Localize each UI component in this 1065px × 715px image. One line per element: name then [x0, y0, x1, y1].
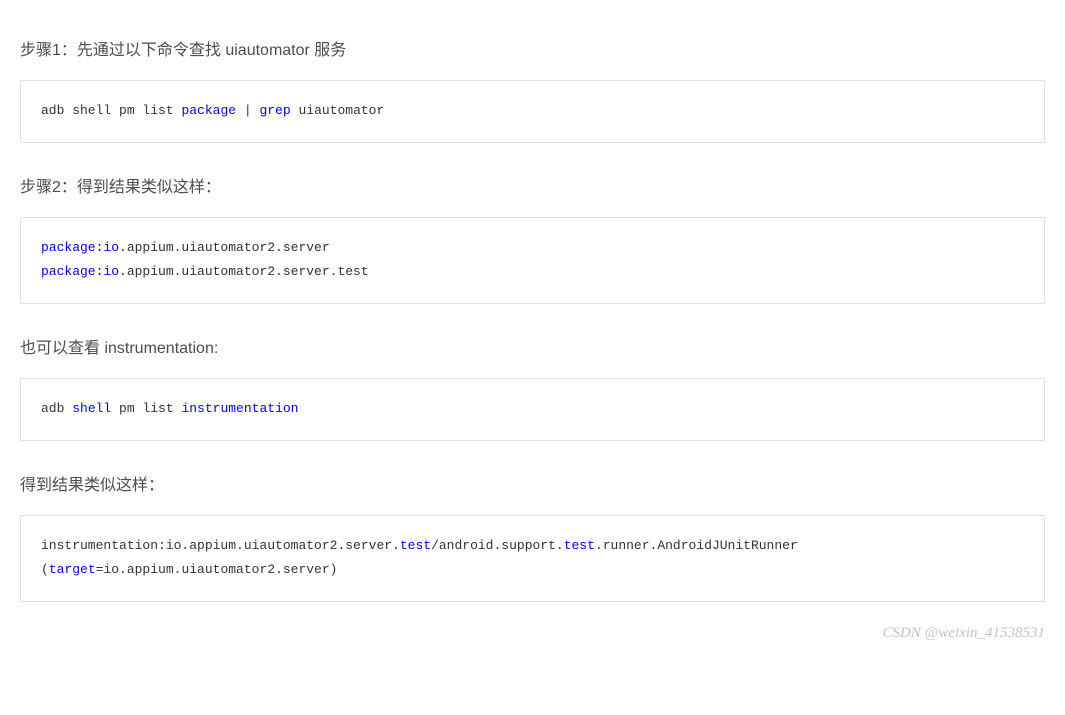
step1-code[interactable]: adb shell pm list package | grep uiautom…: [20, 80, 1045, 143]
instrumentation-heading: 也可以查看 instrumentation:: [20, 334, 1045, 358]
result-code[interactable]: instrumentation:io.appium.uiautomator2.s…: [20, 515, 1045, 602]
step2-code[interactable]: package:io.appium.uiautomator2.server pa…: [20, 217, 1045, 304]
article-body: 步骤1：先通过以下命令查找 uiautomator 服务 adb shell p…: [20, 36, 1045, 602]
step1-heading: 步骤1：先通过以下命令查找 uiautomator 服务: [20, 36, 1045, 60]
instrumentation-code[interactable]: adb shell pm list instrumentation: [20, 378, 1045, 441]
result-heading: 得到结果类似这样：: [20, 471, 1045, 495]
watermark: CSDN @weixin_41538531: [882, 625, 1045, 642]
step2-heading: 步骤2：得到结果类似这样：: [20, 173, 1045, 197]
